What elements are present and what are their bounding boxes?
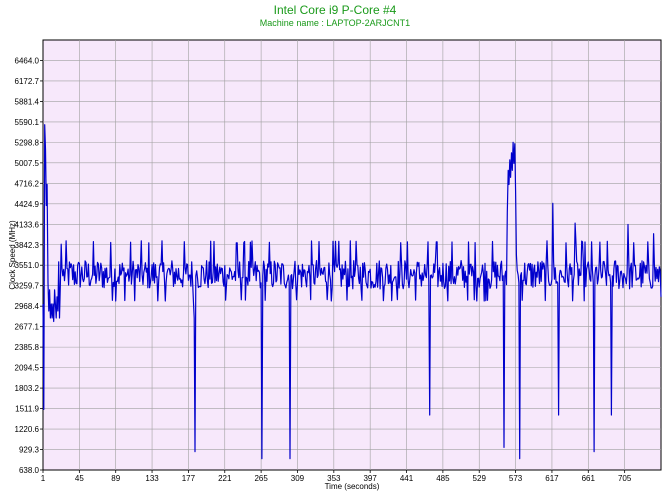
y-tick-label: 2385.8 [15,343,40,352]
x-tick-label: 89 [111,474,120,483]
y-tick-label: 5590.1 [15,118,40,127]
y-axis-label: Clock Speed (MHz) [8,220,17,290]
y-tick-label: 4133.6 [15,220,40,229]
x-tick-label: 45 [75,474,84,483]
x-tick-label: 661 [582,474,596,483]
x-tick-label: 1 [41,474,46,483]
x-tick-label: 133 [145,474,159,483]
x-tick-label: 485 [436,474,450,483]
x-tick-label: 441 [400,474,414,483]
x-tick-label: 705 [618,474,632,483]
chart-subtitle: Machine name : LAPTOP-2ARJCNT1 [260,18,410,28]
y-tick-label: 6464.0 [15,56,40,65]
y-tick-label: 4424.9 [15,200,40,209]
x-tick-label: 573 [509,474,523,483]
x-tick-label: 529 [473,474,487,483]
x-tick-label: 177 [182,474,196,483]
y-tick-label: 1803.2 [15,384,40,393]
y-tick-label: 3842.3 [15,241,40,250]
y-tick-label: 2677.1 [15,323,40,332]
x-tick-label: 309 [291,474,305,483]
chart-title: Intel Core i9 P-Core #4 [274,3,397,17]
y-tick-label: 1220.6 [15,425,40,434]
y-axis-ticks: 638.0 929.3 1220.6 1511.9 1803.2 2094.5 2385.8… [15,56,43,475]
y-tick-label: 929.3 [19,446,40,455]
y-tick-label: 5298.8 [15,138,40,147]
y-tick-label: 4716.2 [15,179,40,188]
x-tick-label: 617 [545,474,559,483]
x-axis-label: Time (seconds) [325,482,380,491]
y-tick-label: 5881.4 [15,97,40,106]
y-tick-label: 638.0 [19,466,40,475]
y-tick-label: 5007.5 [15,159,40,168]
x-tick-label: 221 [218,474,232,483]
y-tick-label: 3551.0 [15,261,40,270]
y-tick-label: 6172.7 [15,77,40,86]
y-tick-label: 2094.5 [15,364,40,373]
x-tick-label: 265 [254,474,268,483]
plot-background [42,39,662,471]
y-tick-label: 1511.9 [15,405,39,414]
clock-speed-chart: Intel Core i9 P-Core #4 Machine name : L… [8,3,662,491]
y-tick-label: 3259.7 [15,282,40,291]
y-tick-label: 2968.4 [15,302,40,311]
